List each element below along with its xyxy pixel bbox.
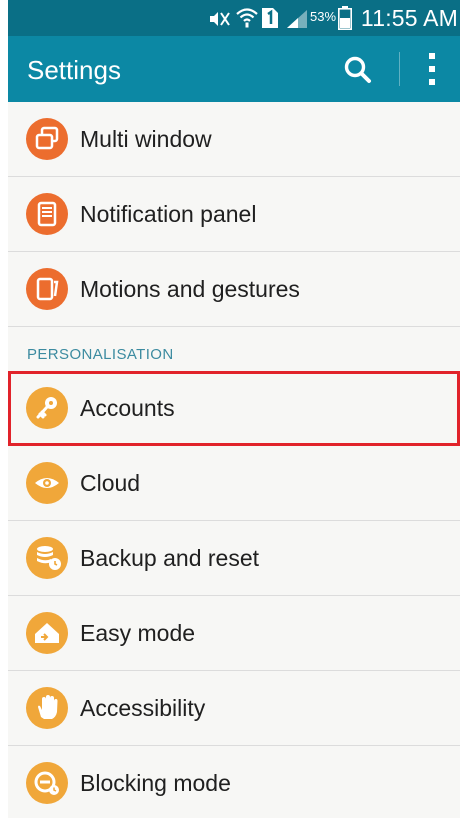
list-item-cloud[interactable]: Cloud: [8, 446, 460, 521]
easy-mode-icon: [26, 612, 68, 654]
list-item-blocking-mode[interactable]: Blocking mode: [8, 746, 460, 818]
list-item-label: Backup and reset: [80, 545, 260, 571]
list-item-multi-window[interactable]: Multi window: [8, 102, 460, 177]
blocking-mode-icon: [26, 762, 68, 804]
list-item-label: Cloud: [80, 470, 141, 496]
battery-icon: [338, 6, 352, 30]
list-item-label: Notification panel: [80, 201, 257, 227]
list-item-motions-and-gestures[interactable]: Motions and gestures: [8, 252, 460, 327]
motions-icon: [26, 268, 68, 310]
action-bar-divider: [399, 52, 400, 86]
signal-icon: [287, 10, 307, 28]
multi-window-icon: [26, 118, 68, 160]
sim-icon: [262, 8, 278, 28]
status-time: 11:55 AM: [360, 5, 458, 31]
battery-percent: 53%: [310, 9, 337, 24]
settings-list: Multi window Notification panel Motions …: [8, 102, 460, 818]
list-item-easy-mode[interactable]: Easy mode: [8, 596, 460, 671]
section-header-label: PERSONALISATION: [27, 346, 174, 363]
list-item-accounts[interactable]: Accounts: [8, 371, 460, 446]
action-bar: Settings: [8, 36, 460, 102]
status-bar: 53% 11:55 AM: [8, 0, 460, 36]
list-item-label: Motions and gestures: [80, 276, 300, 302]
settings-screen: 53% 11:55 AM Settings Multi window Notif…: [8, 0, 460, 818]
list-item-label: Accounts: [80, 395, 175, 421]
mute-icon: [210, 12, 230, 26]
backup-icon: [26, 537, 68, 579]
cloud-icon: [26, 462, 68, 504]
search-icon[interactable]: [342, 54, 374, 86]
list-item-notification-panel[interactable]: Notification panel: [8, 177, 460, 252]
list-item-label: Blocking mode: [80, 770, 231, 796]
key-icon: [26, 387, 68, 429]
list-item-accessibility[interactable]: Accessibility: [8, 671, 460, 746]
section-header-personalisation: PERSONALISATION: [8, 327, 460, 371]
wifi-icon: [236, 8, 258, 28]
notification-panel-icon: [26, 193, 68, 235]
hand-icon: [26, 687, 68, 729]
list-item-label: Accessibility: [80, 695, 206, 721]
page-title: Settings: [27, 55, 121, 85]
more-vert-icon[interactable]: [420, 50, 444, 88]
list-item-label: Easy mode: [80, 620, 196, 646]
list-item-label: Multi window: [80, 126, 212, 152]
list-item-backup-and-reset[interactable]: Backup and reset: [8, 521, 460, 596]
